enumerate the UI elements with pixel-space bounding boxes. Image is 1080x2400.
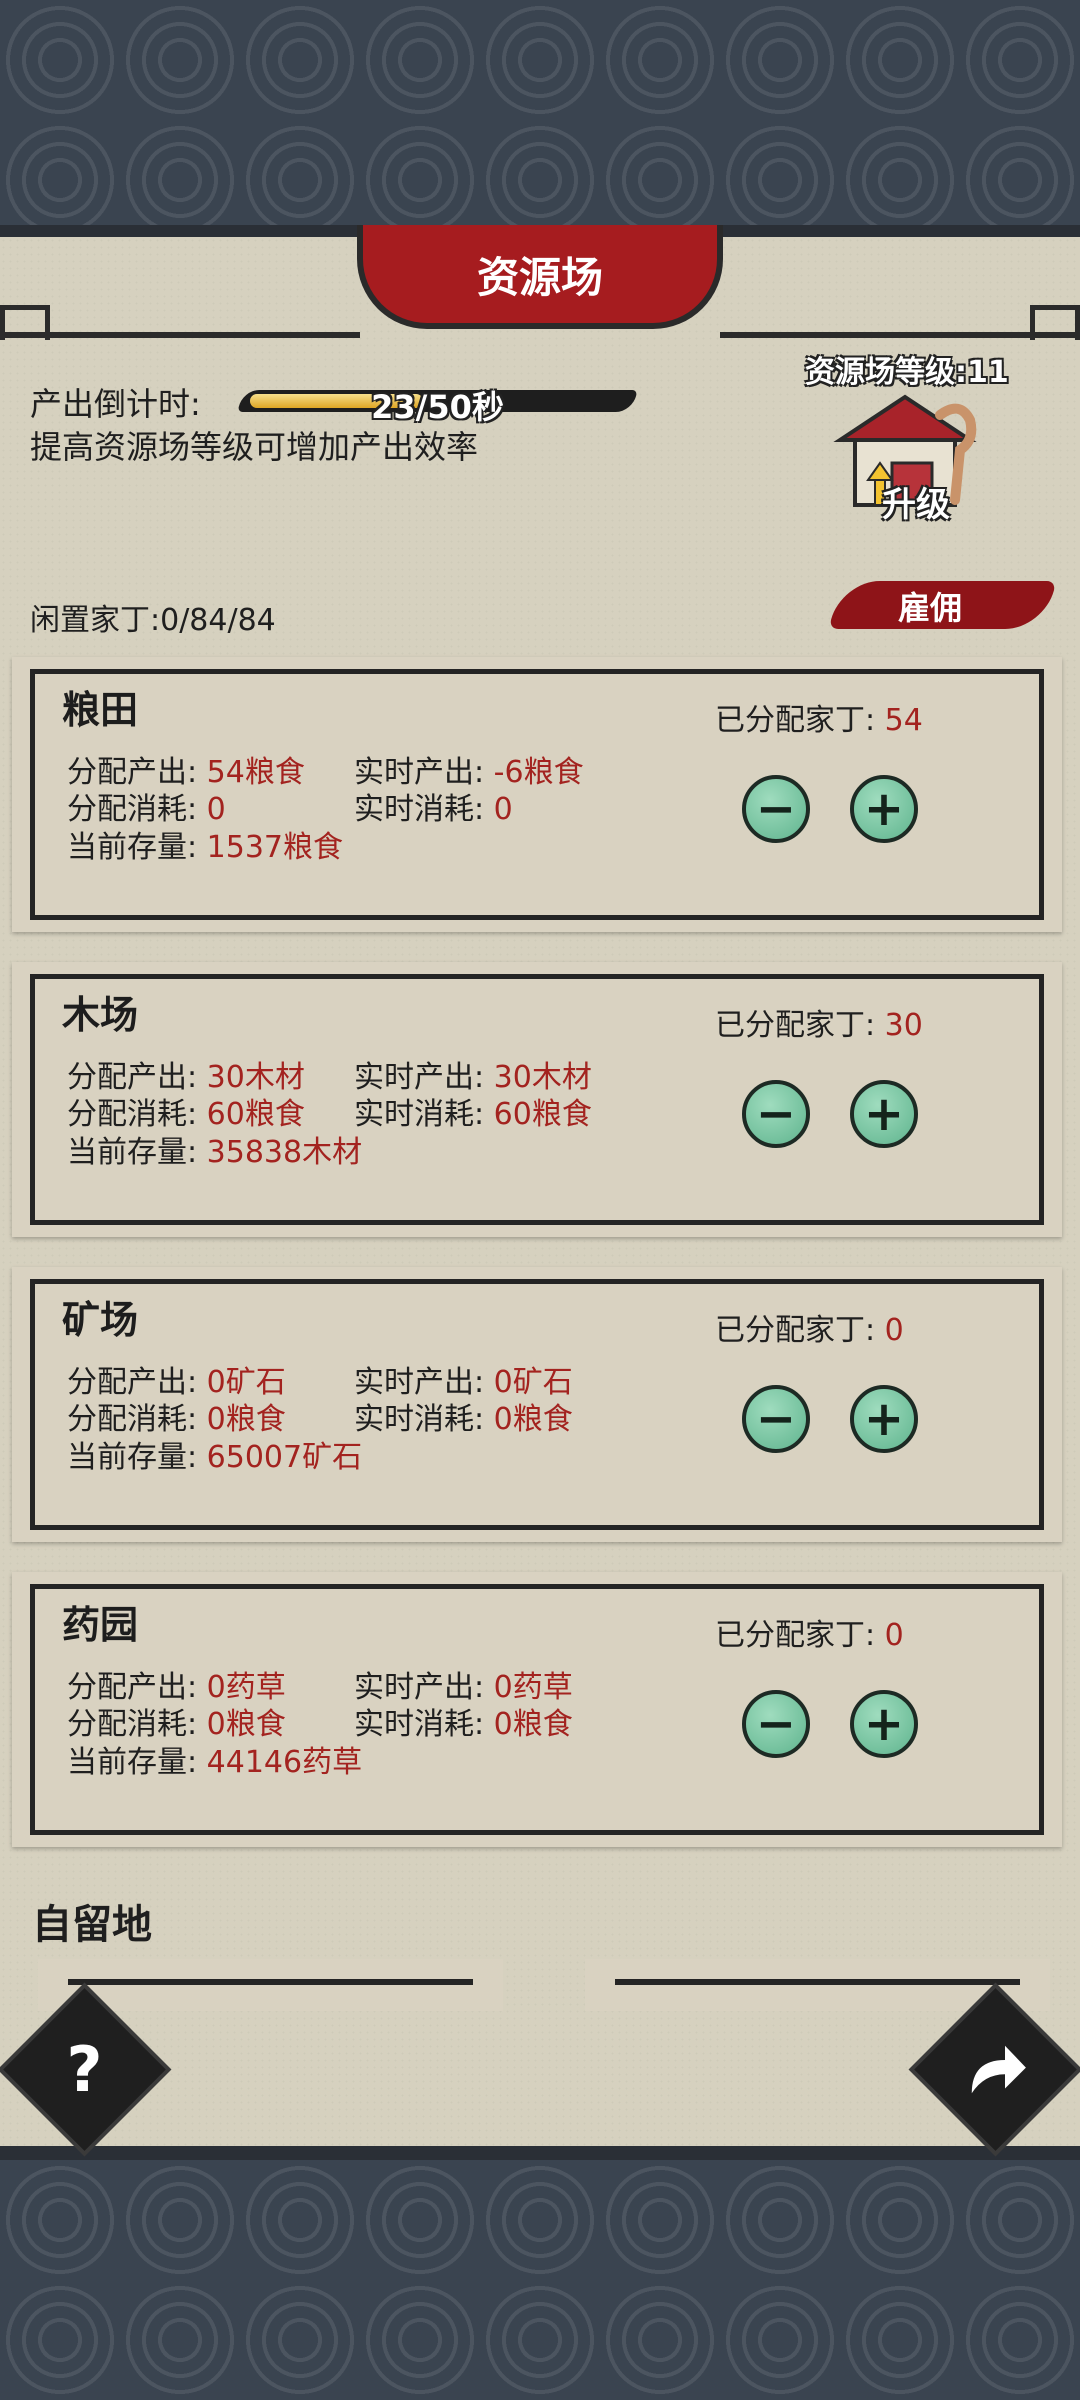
assigned-row: 已分配家丁: 30 (715, 1000, 923, 1044)
realtime-cost-row: 实时消耗: 0粮食 (354, 1699, 573, 1743)
realtime-cost-row: 实时消耗: 0粮食 (354, 1394, 573, 1438)
share-arrow-icon (971, 2045, 1026, 2094)
stock-row: 当前存量: 65007矿石 (67, 1432, 362, 1476)
plus-button[interactable]: + (850, 1690, 918, 1758)
frame-line-right (720, 332, 1080, 338)
field-card-mine: 矿场 分配产出: 0矿石 实时产出: 0矿石 分配消耗: 0粮食 实时消耗: 0… (12, 1267, 1062, 1542)
realtime-cost-value: 0粮食 (493, 1402, 573, 1437)
assigned-label: 已分配家丁: (715, 1313, 876, 1348)
minus-icon: − (755, 1391, 797, 1447)
minus-icon: − (755, 1086, 797, 1142)
field-name: 矿场 (62, 1298, 139, 1342)
minus-button[interactable]: − (742, 1385, 810, 1453)
assigned-row: 已分配家丁: 54 (715, 695, 923, 739)
question-icon: ? (66, 2033, 103, 2106)
stock-label: 当前存量: (67, 1745, 198, 1780)
card-frame-top (615, 1979, 1020, 1985)
idle-servants-label: 闲置家丁:0/84/84 (30, 603, 276, 638)
stock-value: 35838木材 (206, 1135, 363, 1170)
realtime-cost-label: 实时消耗: (354, 1097, 485, 1132)
field-card-grain: 粮田 分配产出: 54粮食 实时产出: -6粮食 分配消耗: 0 实时消耗: 0… (12, 657, 1062, 932)
realtime-cost-label: 实时消耗: (354, 1707, 485, 1742)
plus-icon: + (863, 1696, 905, 1752)
section-title: 自留地 (32, 1902, 152, 1948)
upgrade-button[interactable]: 升级 (866, 477, 966, 526)
stock-row: 当前存量: 1537粮食 (67, 822, 343, 866)
realtime-cost-value: 0 (493, 792, 513, 827)
stock-row: 当前存量: 44146药草 (67, 1737, 362, 1781)
plus-button[interactable]: + (850, 1385, 918, 1453)
share-button[interactable] (914, 1988, 1077, 2151)
realtime-cost-label: 实时消耗: (354, 792, 485, 827)
assigned-row: 已分配家丁: 0 (715, 1610, 904, 1654)
stock-row: 当前存量: 35838木材 (67, 1127, 362, 1171)
plot-card-partial (38, 1959, 503, 2011)
assigned-label: 已分配家丁: (715, 1008, 876, 1043)
page-title: 资源场 (357, 225, 723, 329)
stock-label: 当前存量: (67, 1135, 198, 1170)
help-button[interactable]: ? (3, 1988, 166, 2151)
plus-button[interactable]: + (850, 1080, 918, 1148)
stock-value: 65007矿石 (206, 1440, 363, 1475)
frame-line-left (0, 332, 360, 338)
background-pattern-top (0, 0, 1080, 240)
background-pattern-bottom (0, 2160, 1080, 2400)
realtime-cost-row: 实时消耗: 60粮食 (354, 1089, 592, 1133)
stock-value: 44146药草 (206, 1745, 363, 1780)
field-name: 药园 (62, 1603, 139, 1647)
assigned-label: 已分配家丁: (715, 1618, 876, 1653)
frame-corner-right (1030, 305, 1080, 340)
stock-label: 当前存量: (67, 830, 198, 865)
assigned-value: 0 (884, 1618, 904, 1653)
upgrade-tip: 提高资源场等级可增加产出效率 (30, 428, 479, 466)
minus-button[interactable]: − (742, 1080, 810, 1148)
frame-corner-left (0, 305, 50, 340)
minus-button[interactable]: − (742, 1690, 810, 1758)
assigned-value: 30 (884, 1008, 923, 1043)
resource-panel: 资源场 产出倒计时: 23/50秒 提高资源场等级可增加产出效率 资源场等级:1… (0, 225, 1080, 2160)
realtime-cost-label: 实时消耗: (354, 1402, 485, 1437)
stock-value: 1537粮食 (206, 830, 344, 865)
plus-icon: + (863, 1086, 905, 1142)
realtime-cost-value: 0粮食 (493, 1707, 573, 1742)
assigned-row: 已分配家丁: 0 (715, 1305, 904, 1349)
assigned-value: 54 (884, 703, 923, 738)
plus-icon: + (863, 781, 905, 837)
card-frame-top (68, 1979, 473, 1985)
plus-icon: + (863, 1391, 905, 1447)
hire-button-label: 雇佣 (897, 589, 962, 627)
stock-label: 当前存量: (67, 1440, 198, 1475)
hire-button[interactable]: 雇佣 (828, 577, 1057, 635)
plus-button[interactable]: + (850, 775, 918, 843)
realtime-cost-value: 60粮食 (493, 1097, 592, 1132)
minus-icon: − (755, 781, 797, 837)
assigned-value: 0 (884, 1313, 904, 1348)
countdown-bar: 23/50秒 (237, 382, 638, 426)
minus-button[interactable]: − (742, 775, 810, 843)
realtime-cost-row: 实时消耗: 0 (354, 784, 513, 828)
field-name: 木场 (62, 993, 139, 1037)
assigned-label: 已分配家丁: (715, 703, 876, 738)
minus-icon: − (755, 1696, 797, 1752)
countdown-label: 产出倒计时: (30, 385, 201, 423)
field-card-herb: 药园 分配产出: 0药草 实时产出: 0药草 分配消耗: 0粮食 实时消耗: 0… (12, 1572, 1062, 1847)
field-card-wood: 木场 分配产出: 30木材 实时产出: 30木材 分配消耗: 60粮食 实时消耗… (12, 962, 1062, 1237)
field-name: 粮田 (62, 688, 139, 732)
